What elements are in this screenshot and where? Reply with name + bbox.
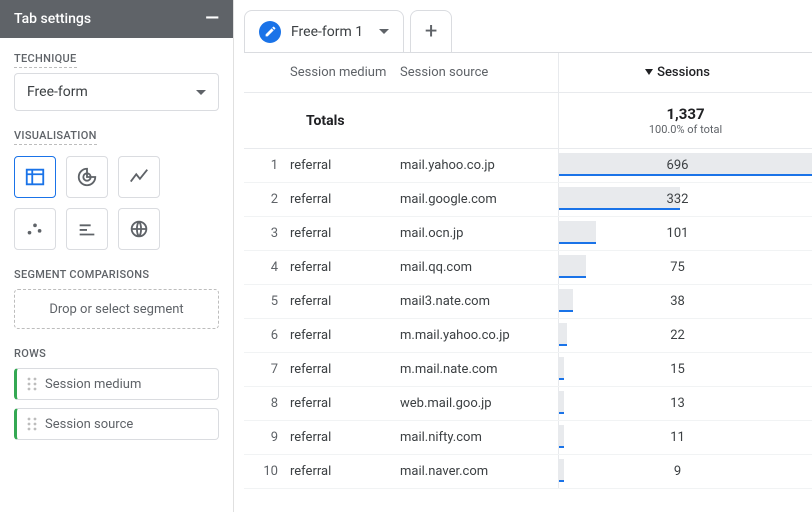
segment-dropzone[interactable]: Drop or select segment bbox=[14, 289, 219, 329]
report-panel: Free-form 1 + Session medium Session sou… bbox=[234, 0, 812, 512]
table-row[interactable]: 5referralmail3.nate.com38 bbox=[244, 285, 812, 319]
cell-sessions: 11 bbox=[558, 421, 812, 454]
sort-desc-icon bbox=[645, 69, 653, 75]
row-index: 7 bbox=[244, 362, 290, 377]
row-index: 2 bbox=[244, 192, 290, 207]
drag-handle-icon bbox=[27, 377, 37, 391]
table-row[interactable]: 1referralmail.yahoo.co.jp696 bbox=[244, 149, 812, 183]
cell-session-medium: referral bbox=[290, 396, 400, 411]
tab-freeform-1[interactable]: Free-form 1 bbox=[244, 10, 404, 52]
row-index: 6 bbox=[244, 328, 290, 343]
header-session-source[interactable]: Session source bbox=[400, 65, 558, 80]
table-row[interactable]: 4referralmail.qq.com75 bbox=[244, 251, 812, 285]
cell-sessions: 13 bbox=[558, 387, 812, 420]
settings-header: Tab settings — bbox=[0, 0, 233, 38]
drag-handle-icon bbox=[27, 417, 37, 431]
table-row[interactable]: 3referralmail.ocn.jp101 bbox=[244, 217, 812, 251]
row-index: 5 bbox=[244, 294, 290, 309]
table-row[interactable]: 2referralmail.google.com332 bbox=[244, 183, 812, 217]
totals-value: 1,337 bbox=[559, 105, 812, 123]
viz-geo-button[interactable] bbox=[118, 208, 160, 250]
rows-label: ROWS bbox=[14, 347, 219, 360]
cell-session-medium: referral bbox=[290, 430, 400, 445]
row-index: 10 bbox=[244, 464, 290, 479]
cell-session-source: m.mail.nate.com bbox=[400, 362, 558, 377]
technique-value: Free-form bbox=[27, 84, 88, 100]
technique-label: TECHNIQUE bbox=[14, 52, 219, 65]
cell-session-medium: referral bbox=[290, 464, 400, 479]
table-row[interactable]: 6referralm.mail.yahoo.co.jp22 bbox=[244, 319, 812, 353]
viz-bar-button[interactable] bbox=[66, 208, 108, 250]
line-chart-icon bbox=[128, 166, 150, 188]
table-row[interactable]: 10referralmail.naver.com9 bbox=[244, 455, 812, 489]
row-pill-label: Session medium bbox=[45, 377, 141, 392]
cell-session-source: mail.google.com bbox=[400, 192, 558, 207]
technique-select[interactable]: Free-form bbox=[14, 73, 219, 111]
row-pill-label: Session source bbox=[45, 417, 133, 432]
header-session-medium[interactable]: Session medium bbox=[290, 65, 400, 80]
cell-sessions: 38 bbox=[558, 285, 812, 318]
chevron-down-icon bbox=[379, 29, 389, 34]
cell-session-medium: referral bbox=[290, 260, 400, 275]
cell-session-source: web.mail.goo.jp bbox=[400, 396, 558, 411]
cell-sessions: 75 bbox=[558, 251, 812, 284]
cell-session-medium: referral bbox=[290, 294, 400, 309]
scatter-chart-icon bbox=[24, 218, 46, 240]
add-tab-button[interactable]: + bbox=[410, 10, 452, 52]
totals-row: Totals 1,337 100.0% of total bbox=[244, 93, 812, 149]
table-row[interactable]: 8referralweb.mail.goo.jp13 bbox=[244, 387, 812, 421]
cell-session-medium: referral bbox=[290, 192, 400, 207]
cell-sessions: 9 bbox=[558, 455, 812, 488]
cell-sessions: 696 bbox=[558, 149, 812, 182]
minimize-icon[interactable]: — bbox=[205, 10, 219, 28]
cell-session-medium: referral bbox=[290, 362, 400, 377]
cell-session-source: mail.qq.com bbox=[400, 260, 558, 275]
cell-session-source: mail.naver.com bbox=[400, 464, 558, 479]
row-index: 1 bbox=[244, 158, 290, 173]
row-pill-session-medium[interactable]: Session medium bbox=[14, 368, 219, 400]
cell-session-medium: referral bbox=[290, 226, 400, 241]
totals-label: Totals bbox=[244, 113, 558, 129]
cell-session-source: mail.ocn.jp bbox=[400, 226, 558, 241]
cell-sessions: 15 bbox=[558, 353, 812, 386]
tab-label: Free-form 1 bbox=[291, 24, 363, 40]
settings-panel: Tab settings — TECHNIQUE Free-form VISUA… bbox=[0, 0, 234, 512]
viz-table-button[interactable] bbox=[14, 156, 56, 198]
settings-title: Tab settings bbox=[14, 11, 91, 27]
viz-scatter-button[interactable] bbox=[14, 208, 56, 250]
segment-placeholder: Drop or select segment bbox=[49, 302, 183, 317]
totals-sub: 100.0% of total bbox=[559, 123, 812, 136]
cell-session-source: m.mail.yahoo.co.jp bbox=[400, 328, 558, 343]
donut-chart-icon bbox=[76, 166, 98, 188]
table-row[interactable]: 7referralm.mail.nate.com15 bbox=[244, 353, 812, 387]
row-index: 8 bbox=[244, 396, 290, 411]
viz-donut-button[interactable] bbox=[66, 156, 108, 198]
row-index: 3 bbox=[244, 226, 290, 241]
viz-line-button[interactable] bbox=[118, 156, 160, 198]
edit-icon bbox=[259, 21, 281, 43]
row-pill-session-source[interactable]: Session source bbox=[14, 408, 219, 440]
row-index: 4 bbox=[244, 260, 290, 275]
cell-sessions: 101 bbox=[558, 217, 812, 250]
cell-session-medium: referral bbox=[290, 328, 400, 343]
cell-session-source: mail3.nate.com bbox=[400, 294, 558, 309]
globe-icon bbox=[128, 218, 150, 240]
visualisation-label: VISUALISATION bbox=[14, 129, 219, 142]
bar-chart-icon bbox=[76, 218, 98, 240]
table-header-row: Session medium Session source Sessions bbox=[244, 53, 812, 93]
chevron-down-icon bbox=[196, 90, 206, 95]
row-index: 9 bbox=[244, 430, 290, 445]
plus-icon: + bbox=[425, 19, 437, 44]
cell-sessions: 22 bbox=[558, 319, 812, 352]
report-tabs: Free-form 1 + bbox=[244, 10, 812, 52]
table-icon bbox=[24, 166, 46, 188]
data-table: Session medium Session source Sessions T… bbox=[244, 52, 812, 512]
header-sessions[interactable]: Sessions bbox=[558, 53, 812, 92]
table-row[interactable]: 9referralmail.nifty.com11 bbox=[244, 421, 812, 455]
cell-sessions: 332 bbox=[558, 183, 812, 216]
segment-label: SEGMENT COMPARISONS bbox=[14, 268, 219, 281]
cell-session-medium: referral bbox=[290, 158, 400, 173]
cell-session-source: mail.nifty.com bbox=[400, 430, 558, 445]
cell-session-source: mail.yahoo.co.jp bbox=[400, 158, 558, 173]
